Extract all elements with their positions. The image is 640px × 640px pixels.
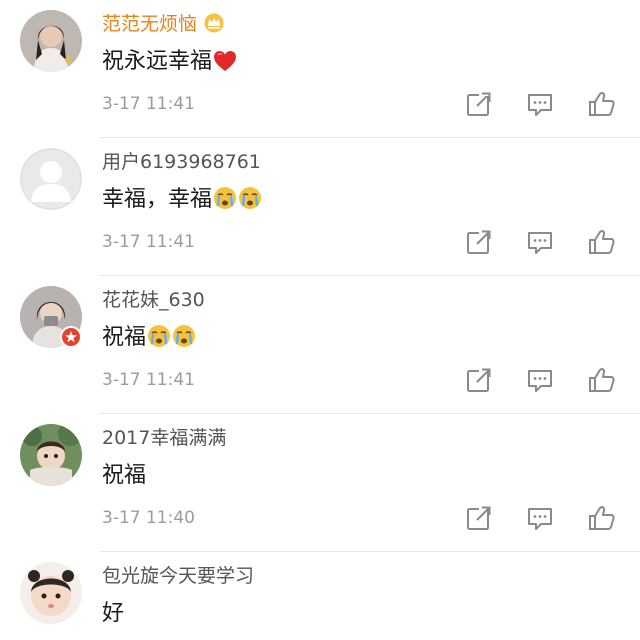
comment-text-content: 祝永远幸福 xyxy=(102,49,213,74)
thumbs-up-icon xyxy=(589,230,615,254)
username-text[interactable]: 用户6193968761 xyxy=(102,151,261,173)
share-icon xyxy=(467,90,493,116)
username-text[interactable]: 范范无烦恼 xyxy=(102,13,197,35)
share-button[interactable] xyxy=(465,228,493,256)
comment-item: 2017幸福满满 祝福 3-17 11:40 xyxy=(0,414,640,552)
timestamp: 3-17 11:40 xyxy=(102,508,195,528)
timestamp: 3-17 11:41 xyxy=(102,232,195,252)
comment-icon xyxy=(528,232,552,254)
username[interactable]: 用户6193968761 xyxy=(102,148,261,176)
username[interactable]: 花花妹_630 xyxy=(102,286,205,314)
username-text[interactable]: 包光旋今天要学习 xyxy=(102,565,254,587)
comment-text-content: 祝福 xyxy=(102,463,147,488)
avatar[interactable] xyxy=(20,148,82,210)
thumbs-up-icon xyxy=(589,368,615,392)
thumbs-up-icon xyxy=(589,92,615,116)
like-button[interactable] xyxy=(588,366,616,394)
avatar[interactable] xyxy=(20,562,82,624)
crying-face-emoji-icon xyxy=(172,324,196,358)
comment-text-content: 好 xyxy=(102,601,125,626)
reply-button[interactable] xyxy=(526,228,554,256)
like-button[interactable] xyxy=(588,228,616,256)
timestamp: 3-17 11:41 xyxy=(102,370,195,390)
comment-text: 好 xyxy=(102,598,124,630)
crying-face-emoji-icon xyxy=(213,186,237,220)
crown-icon xyxy=(203,13,225,41)
share-button[interactable] xyxy=(465,90,493,118)
comment-item: 包光旋今天要学习 好 xyxy=(0,552,640,640)
crying-face-emoji-icon xyxy=(238,186,262,220)
comment-icon xyxy=(528,370,552,392)
comment-item: 花花妹_630 祝福 3-17 11:41 xyxy=(0,276,640,414)
username[interactable]: 2017幸福满满 xyxy=(102,424,226,452)
thumbs-up-icon xyxy=(589,506,615,530)
share-button[interactable] xyxy=(465,504,493,532)
heart-emoji-icon xyxy=(213,50,237,82)
share-button[interactable] xyxy=(465,366,493,394)
comment-text-content: 祝福 xyxy=(102,325,147,350)
timestamp: 3-17 11:41 xyxy=(102,94,195,114)
share-icon xyxy=(467,366,493,392)
verified-badge xyxy=(60,326,82,348)
comment-icon xyxy=(528,94,552,116)
avatar[interactable] xyxy=(20,424,82,486)
comment-text: 祝永远幸福 xyxy=(102,46,237,82)
username[interactable]: 范范无烦恼 xyxy=(102,10,225,41)
comment-item: 用户6193968761 幸福，幸福 3-17 11:41 xyxy=(0,138,640,276)
username-text[interactable]: 2017幸福满满 xyxy=(102,427,226,449)
comment-text: 幸福，幸福 xyxy=(102,184,262,220)
comment-item: 范范无烦恼 祝永远幸福 3-17 11:41 xyxy=(0,0,640,138)
username-text[interactable]: 花花妹_630 xyxy=(102,289,205,311)
share-icon xyxy=(467,504,493,530)
reply-button[interactable] xyxy=(526,90,554,118)
comment-text-content: 幸福，幸福 xyxy=(102,187,213,212)
like-button[interactable] xyxy=(588,90,616,118)
crying-face-emoji-icon xyxy=(147,324,171,358)
like-button[interactable] xyxy=(588,504,616,532)
comment-text: 祝福 xyxy=(102,322,196,358)
reply-button[interactable] xyxy=(526,366,554,394)
reply-button[interactable] xyxy=(526,504,554,532)
comment-icon xyxy=(528,508,552,530)
comment-text: 祝福 xyxy=(102,460,146,492)
share-icon xyxy=(467,228,493,254)
username[interactable]: 包光旋今天要学习 xyxy=(102,562,254,590)
avatar[interactable] xyxy=(20,10,82,72)
